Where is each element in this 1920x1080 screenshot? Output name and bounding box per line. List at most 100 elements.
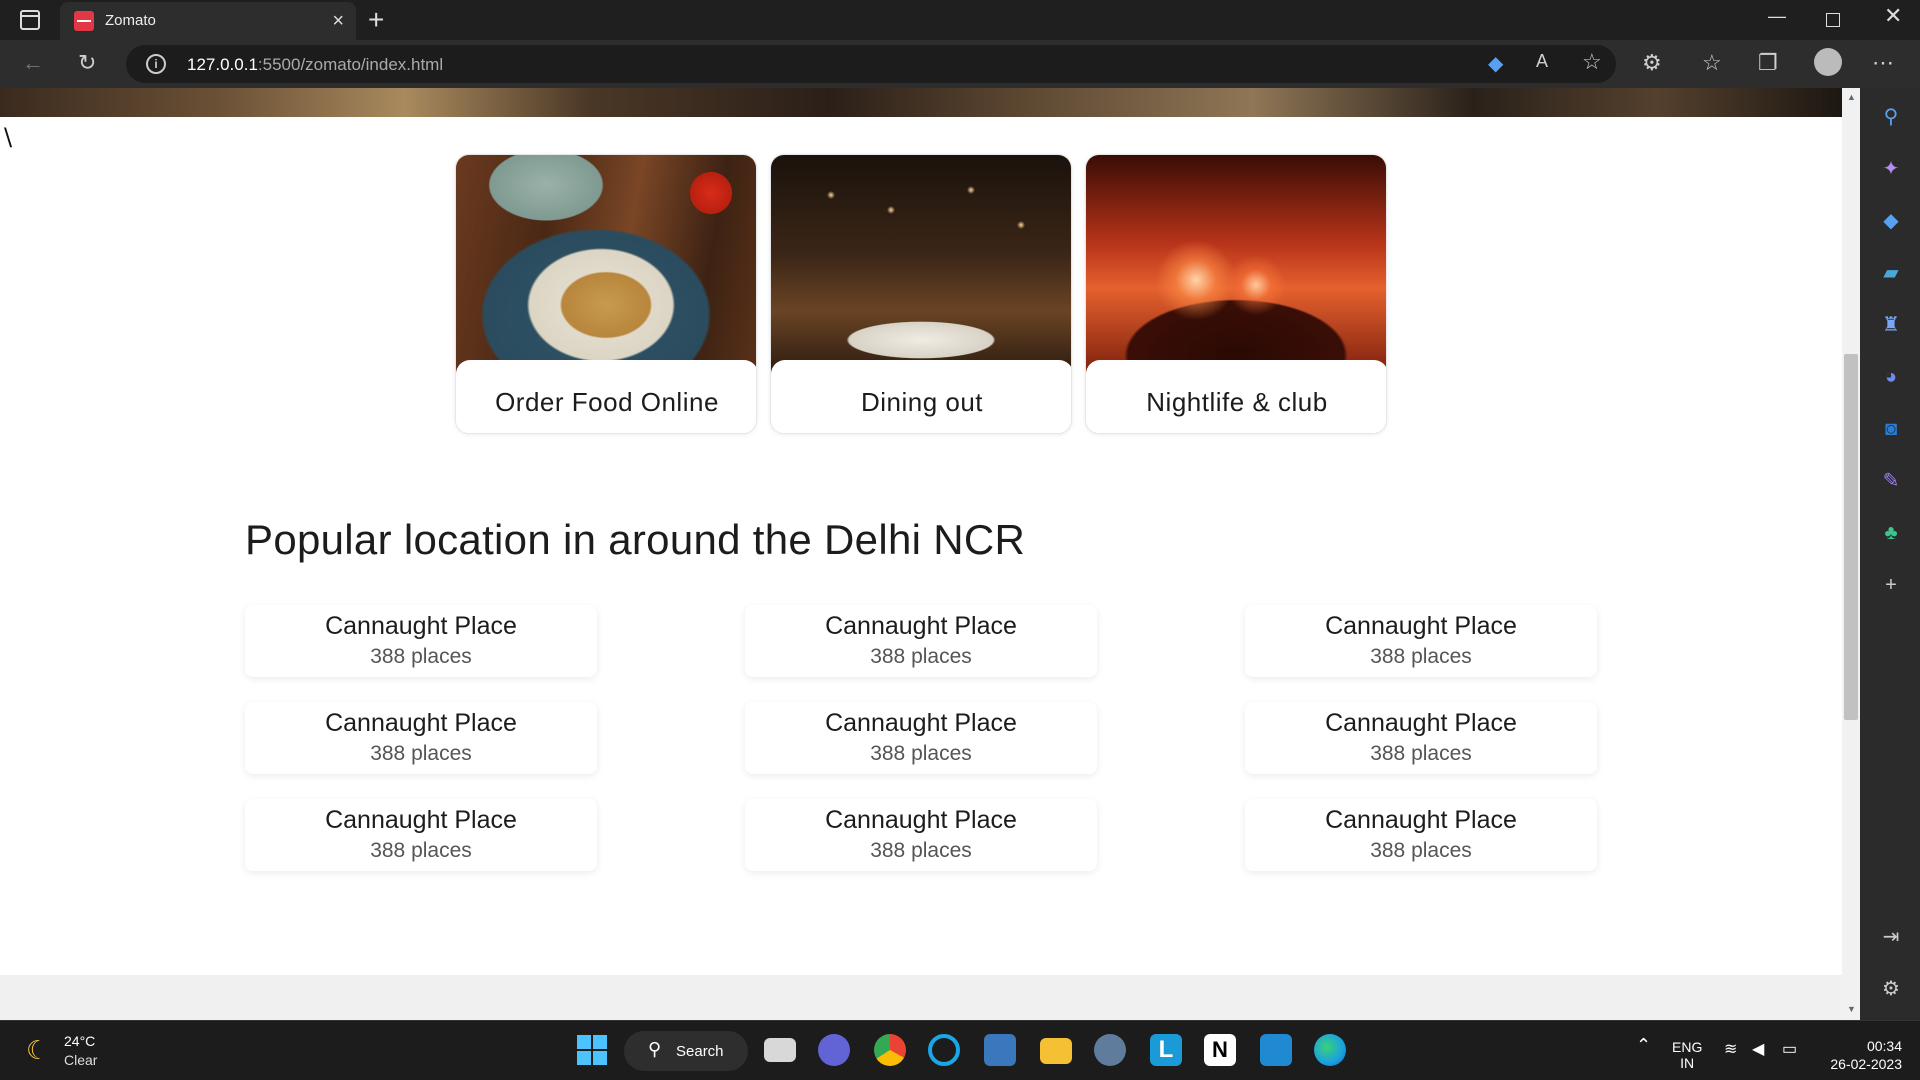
- favorites-icon[interactable]: ☆: [1702, 50, 1722, 76]
- collections-icon[interactable]: ❐: [1758, 50, 1778, 76]
- settings-app-icon[interactable]: [1094, 1034, 1126, 1066]
- tab-actions-icon[interactable]: [20, 10, 40, 30]
- outlook-icon[interactable]: ◙: [1880, 418, 1902, 440]
- restore-icon[interactable]: [1826, 13, 1840, 27]
- teams-chat-icon[interactable]: [818, 1034, 850, 1066]
- location-card[interactable]: Cannaught Place 388 places: [745, 702, 1097, 774]
- windows-taskbar: ☾ 24°C Clear ⚲ Search L N ⌃ ENG IN ≋ ◀ ▭…: [0, 1020, 1920, 1080]
- location-count: 388 places: [870, 839, 972, 862]
- location-count: 388 places: [370, 839, 472, 862]
- tray-chevron-icon[interactable]: ⌃: [1636, 1035, 1651, 1056]
- location-count: 388 places: [870, 742, 972, 765]
- card-label: Order Food Online: [456, 360, 756, 433]
- section-title: Popular location in around the Delhi NCR: [245, 516, 1026, 563]
- designer-icon[interactable]: ✎: [1880, 470, 1902, 492]
- hero-image-strip: [0, 88, 1842, 117]
- cortana-icon[interactable]: [928, 1034, 960, 1066]
- location-name: Cannaught Place: [325, 709, 517, 737]
- weather-temp: 24°C: [64, 1033, 96, 1049]
- back-icon[interactable]: ←: [22, 50, 44, 76]
- add-icon[interactable]: +: [1880, 574, 1902, 596]
- location-name: Cannaught Place: [1325, 806, 1517, 834]
- copilot-icon[interactable]: ✦: [1880, 158, 1902, 180]
- location-card[interactable]: Cannaught Place 388 places: [245, 605, 597, 677]
- add-favorite-icon[interactable]: ☆: [1582, 49, 1602, 75]
- weather-condition: Clear: [64, 1052, 98, 1068]
- url-text[interactable]: 127.0.0.1:5500/zomato/index.html: [187, 55, 443, 75]
- restaurant-photo: [771, 155, 1071, 377]
- more-menu-icon[interactable]: ⋯: [1872, 50, 1894, 76]
- start-icon[interactable]: [576, 1034, 608, 1066]
- moon-icon: ☾: [26, 1035, 50, 1065]
- location-name: Cannaught Place: [1325, 709, 1517, 737]
- location-name: Cannaught Place: [825, 806, 1017, 834]
- location-card[interactable]: Cannaught Place 388 places: [745, 605, 1097, 677]
- location-count: 388 places: [1370, 742, 1472, 765]
- scrollbar-thumb[interactable]: [1844, 354, 1858, 720]
- scroll-down-icon[interactable]: ▼: [1847, 1004, 1856, 1014]
- location-card[interactable]: Cannaught Place 388 places: [745, 799, 1097, 871]
- extensions-icon[interactable]: ⚙: [1642, 50, 1662, 76]
- location-count: 388 places: [1370, 645, 1472, 668]
- card-order-food[interactable]: Order Food Online: [455, 154, 757, 434]
- address-bar[interactable]: i 127.0.0.1:5500/zomato/index.html ◆ A ☆: [126, 45, 1616, 83]
- zomato-favicon-icon: [74, 11, 94, 31]
- python-icon[interactable]: [984, 1034, 1016, 1066]
- file-explorer-icon[interactable]: [1040, 1038, 1072, 1064]
- location-name: Cannaught Place: [325, 806, 517, 834]
- browser-toolbar: ← ↻ i 127.0.0.1:5500/zomato/index.html ◆…: [0, 40, 1920, 88]
- card-label: Nightlife & club: [1086, 360, 1386, 433]
- card-label: Dining out: [771, 360, 1071, 433]
- scroll-up-icon[interactable]: ▲: [1847, 92, 1856, 102]
- microsoft365-icon[interactable]: ◕: [1880, 366, 1902, 388]
- settings-icon[interactable]: ⚙: [1880, 978, 1902, 1000]
- wifi-icon[interactable]: ≋: [1724, 1039, 1737, 1059]
- tree-icon[interactable]: ♣: [1880, 522, 1902, 544]
- location-card[interactable]: Cannaught Place 388 places: [245, 702, 597, 774]
- close-tab-icon[interactable]: ×: [332, 10, 344, 33]
- language-indicator[interactable]: ENG IN: [1672, 1039, 1702, 1071]
- chrome-icon[interactable]: [874, 1034, 906, 1066]
- games-icon[interactable]: ♜: [1880, 314, 1902, 336]
- card-dining-out[interactable]: Dining out: [770, 154, 1072, 434]
- search-icon[interactable]: ⚲: [1880, 106, 1902, 128]
- taskbar-search[interactable]: ⚲ Search: [624, 1031, 748, 1071]
- footer-band: [0, 975, 1842, 1020]
- battery-icon[interactable]: ▭: [1782, 1039, 1797, 1059]
- nightclub-photo: [1086, 155, 1386, 377]
- location-count: 388 places: [370, 645, 472, 668]
- notion-icon[interactable]: N: [1204, 1034, 1236, 1066]
- clock[interactable]: 00:34 26-02-2023: [1822, 1037, 1902, 1073]
- browser-tab[interactable]: Zomato ×: [60, 2, 356, 40]
- hide-sidebar-icon[interactable]: ⇥: [1880, 926, 1902, 948]
- location-count: 388 places: [370, 742, 472, 765]
- location-card[interactable]: Cannaught Place 388 places: [245, 799, 597, 871]
- coupon-tag-icon[interactable]: ◆: [1488, 51, 1503, 76]
- search-label: Search: [676, 1043, 724, 1060]
- tools-icon[interactable]: ▰: [1880, 262, 1902, 284]
- tab-title: Zomato: [105, 12, 156, 29]
- food-photo: [456, 155, 756, 377]
- location-card[interactable]: Cannaught Place 388 places: [1245, 799, 1597, 871]
- site-info-icon[interactable]: i: [146, 54, 166, 74]
- window-close-icon[interactable]: ✕: [1884, 3, 1902, 29]
- page-viewport: \ Order Food Online Dining out Nightlife…: [0, 88, 1842, 1020]
- location-count: 388 places: [1370, 839, 1472, 862]
- location-name: Cannaught Place: [325, 612, 517, 640]
- refresh-icon[interactable]: ↻: [78, 50, 96, 76]
- l-app-icon[interactable]: L: [1150, 1034, 1182, 1066]
- profile-avatar[interactable]: [1814, 48, 1842, 76]
- read-aloud-icon[interactable]: A: [1536, 51, 1548, 72]
- page-scrollbar[interactable]: ▲ ▼: [1842, 88, 1860, 1020]
- location-card[interactable]: Cannaught Place 388 places: [1245, 605, 1597, 677]
- task-view-icon[interactable]: [764, 1038, 796, 1062]
- vscode-icon[interactable]: [1260, 1034, 1292, 1066]
- minimize-icon[interactable]: —: [1768, 6, 1786, 27]
- edge-icon[interactable]: [1314, 1034, 1346, 1066]
- new-tab-icon[interactable]: +: [368, 4, 384, 36]
- volume-icon[interactable]: ◀: [1752, 1039, 1764, 1059]
- location-card[interactable]: Cannaught Place 388 places: [1245, 702, 1597, 774]
- card-nightlife[interactable]: Nightlife & club: [1085, 154, 1387, 434]
- shopping-tag-icon[interactable]: ◆: [1880, 210, 1902, 232]
- location-name: Cannaught Place: [825, 612, 1017, 640]
